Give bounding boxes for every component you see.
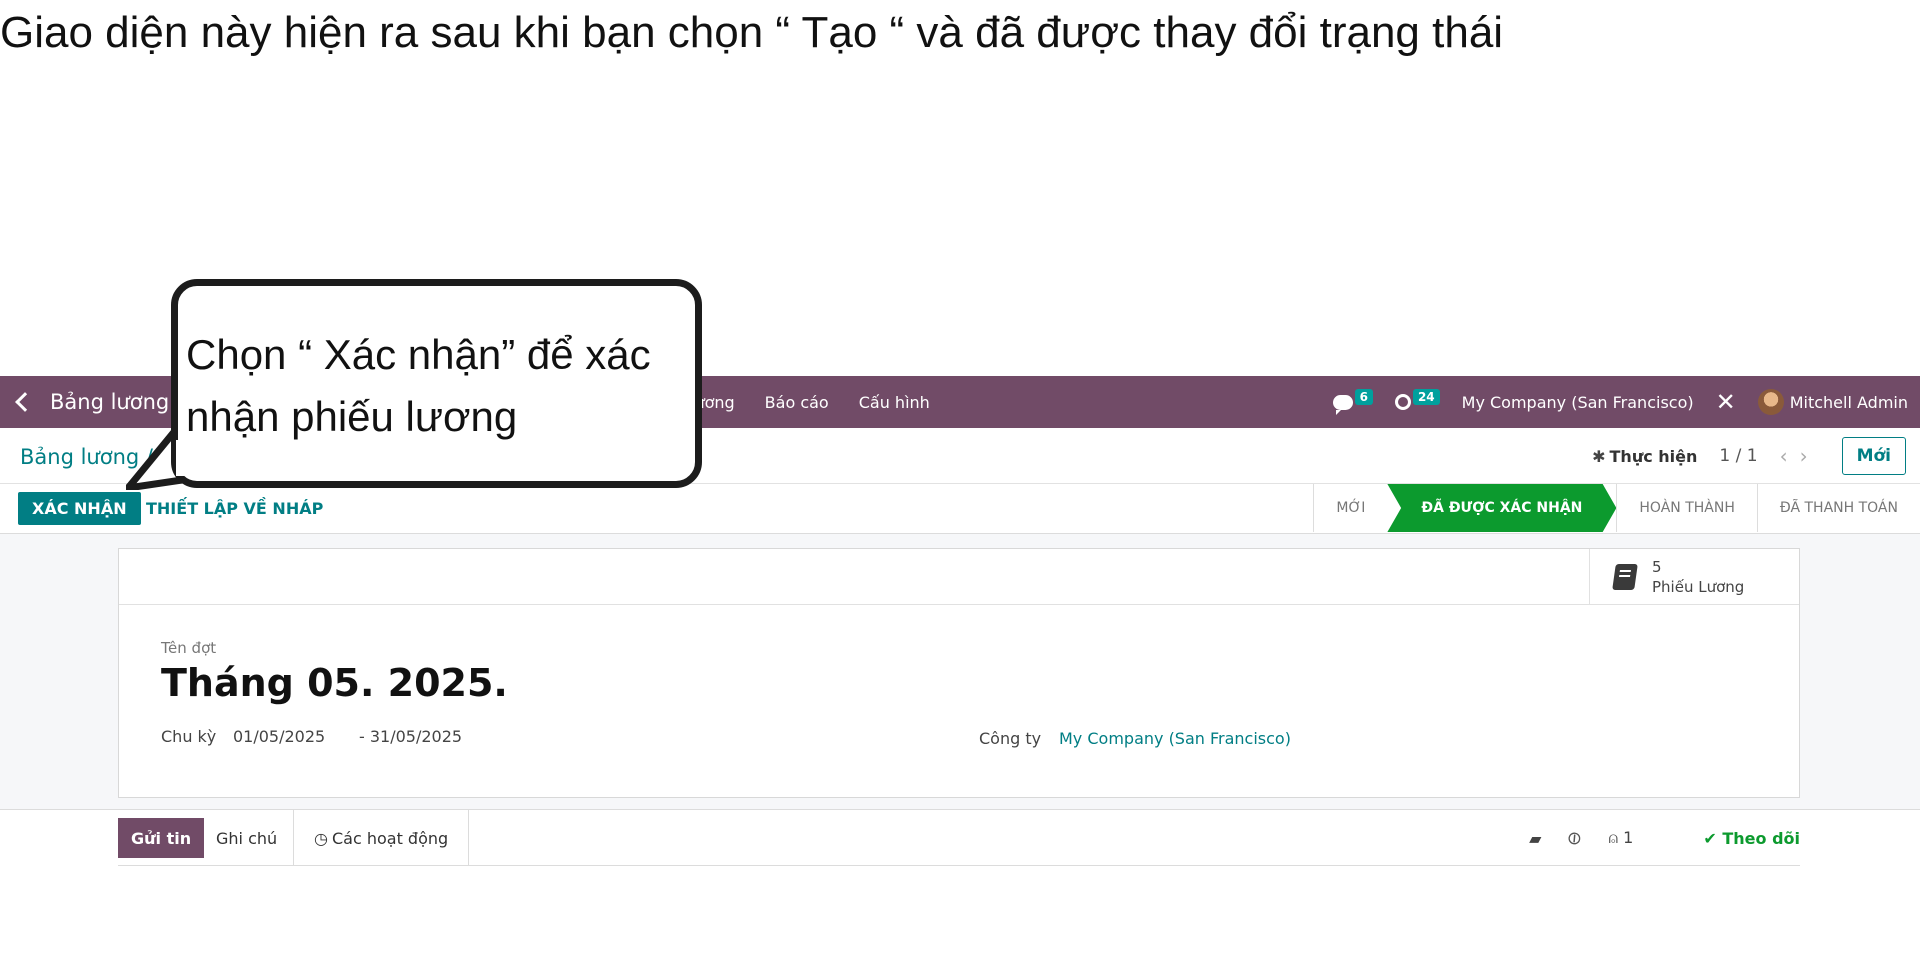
chatter-right: ▰ ⊘ ⍝ 1 ✔ Theo dõi: [1529, 810, 1800, 866]
followers-button[interactable]: ⍝ 1: [1608, 828, 1633, 848]
check-icon: ✔: [1703, 828, 1717, 848]
book-icon[interactable]: ▰: [1529, 829, 1541, 848]
avatar: [1757, 389, 1784, 415]
follow-label: Theo dõi: [1722, 828, 1800, 848]
follow-button[interactable]: ✔ Theo dõi: [1703, 829, 1800, 848]
followers-count: 1: [1623, 828, 1634, 847]
form-sheet: 5 Phiếu Lương Tên đợt Tháng 05. 2025. Ch…: [118, 548, 1800, 798]
pager-next-icon[interactable]: ›: [1800, 444, 1820, 468]
period-start-field[interactable]: 01/05/2025: [233, 727, 325, 746]
clock-icon: [1394, 394, 1411, 410]
payslips-smart-button[interactable]: 5 Phiếu Lương: [1589, 549, 1799, 605]
user-name: Mitchell Admin: [1789, 392, 1908, 412]
pager-value[interactable]: 1 / 1: [1719, 446, 1757, 466]
user-menu[interactable]: Mitchell Admin: [1757, 389, 1908, 415]
button-box: 5 Phiếu Lương: [119, 549, 1799, 605]
set-to-draft-button[interactable]: THIẾT LẬP VỀ NHÁP: [146, 492, 323, 525]
form-sheet-area: 5 Phiếu Lương Tên đợt Tháng 05. 2025. Ch…: [0, 534, 1920, 810]
chat-icon: [1332, 394, 1353, 415]
stage-new[interactable]: MỚI: [1313, 484, 1387, 532]
menu-item-configuration[interactable]: Cấu hình: [859, 393, 930, 412]
payslips-label: Phiếu Lương: [1652, 578, 1745, 596]
company-switcher[interactable]: My Company (San Francisco): [1462, 393, 1694, 412]
messaging-menu[interactable]: 6: [1332, 389, 1373, 415]
stage-done[interactable]: HOÀN THÀNH: [1616, 484, 1756, 532]
control-panel-right: ✱ Thực hiện 1 / 1 ‹› Mới: [1592, 436, 1906, 476]
app-brand[interactable]: Bảng lương: [0, 390, 169, 414]
user-icon: ⍝: [1608, 828, 1619, 847]
company-field[interactable]: My Company (San Francisco): [1059, 729, 1291, 748]
activities-label: Các hoạt động: [331, 828, 449, 848]
status-stages: MỚI ĐÃ ĐƯỢC XÁC NHẬN HOÀN THÀNH ĐÃ THANH…: [1313, 484, 1920, 532]
period-label: Chu kỳ: [161, 727, 217, 746]
activities-button[interactable]: ◷ Các hoạt động: [293, 810, 470, 866]
menu-item-reporting[interactable]: Báo cáo: [765, 393, 829, 412]
chatter: Gửi tin Ghi chú ◷ Các hoạt động ▰ ⊘ ⍝ 1 …: [118, 810, 1800, 866]
clock-icon: ◷: [314, 828, 328, 848]
pager-arrows: ‹›: [1780, 444, 1820, 468]
gear-icon: ✱: [1592, 446, 1606, 466]
confirm-button[interactable]: XÁC NHẬN: [18, 492, 141, 525]
company-label: Công ty: [979, 729, 1042, 748]
stage-confirmed[interactable]: ĐÃ ĐƯỢC XÁC NHẬN: [1387, 484, 1617, 532]
pager-prev-icon[interactable]: ‹: [1780, 444, 1800, 468]
action-menu[interactable]: ✱ Thực hiện: [1592, 447, 1697, 466]
batch-name-label: Tên đợt: [161, 639, 217, 657]
debug-tools-icon[interactable]: ✕: [1716, 390, 1736, 414]
app-name[interactable]: Bảng lương: [50, 390, 169, 414]
callout-bubble: Chọn “ Xác nhận” để xác nhận phiếu lương: [171, 279, 702, 488]
smart-button-text: 5 Phiếu Lương: [1652, 557, 1744, 597]
systray: 6 24 My Company (San Francisco) ✕ Mitche…: [1332, 376, 1908, 428]
payslips-count: 5: [1652, 558, 1662, 576]
status-bar: XÁC NHẬN THIẾT LẬP VỀ NHÁP MỚI ĐÃ ĐƯỢC X…: [0, 484, 1920, 534]
new-button[interactable]: Mới: [1841, 437, 1906, 475]
main-menu: lương Báo cáo Cấu hình: [690, 376, 930, 428]
book-icon: [1612, 564, 1638, 590]
period-end-field[interactable]: - 31/05/2025: [359, 727, 462, 746]
stage-paid[interactable]: ĐÃ THANH TOÁN: [1756, 484, 1920, 532]
activities-badge: 24: [1412, 389, 1440, 405]
activity-menu[interactable]: 24: [1394, 389, 1440, 410]
back-arrow-icon[interactable]: [15, 392, 35, 412]
paperclip-icon[interactable]: ⊘: [1562, 825, 1587, 851]
send-message-button[interactable]: Gửi tin: [118, 818, 205, 858]
messages-badge: 6: [1354, 389, 1373, 405]
log-note-button[interactable]: Ghi chú: [216, 818, 277, 858]
slide-heading: Giao diện này hiện ra sau khi bạn chọn “…: [0, 8, 1504, 57]
action-menu-label: Thực hiện: [1609, 446, 1698, 466]
callout-tail-cover: [176, 440, 212, 476]
batch-name-field[interactable]: Tháng 05. 2025.: [161, 661, 508, 705]
